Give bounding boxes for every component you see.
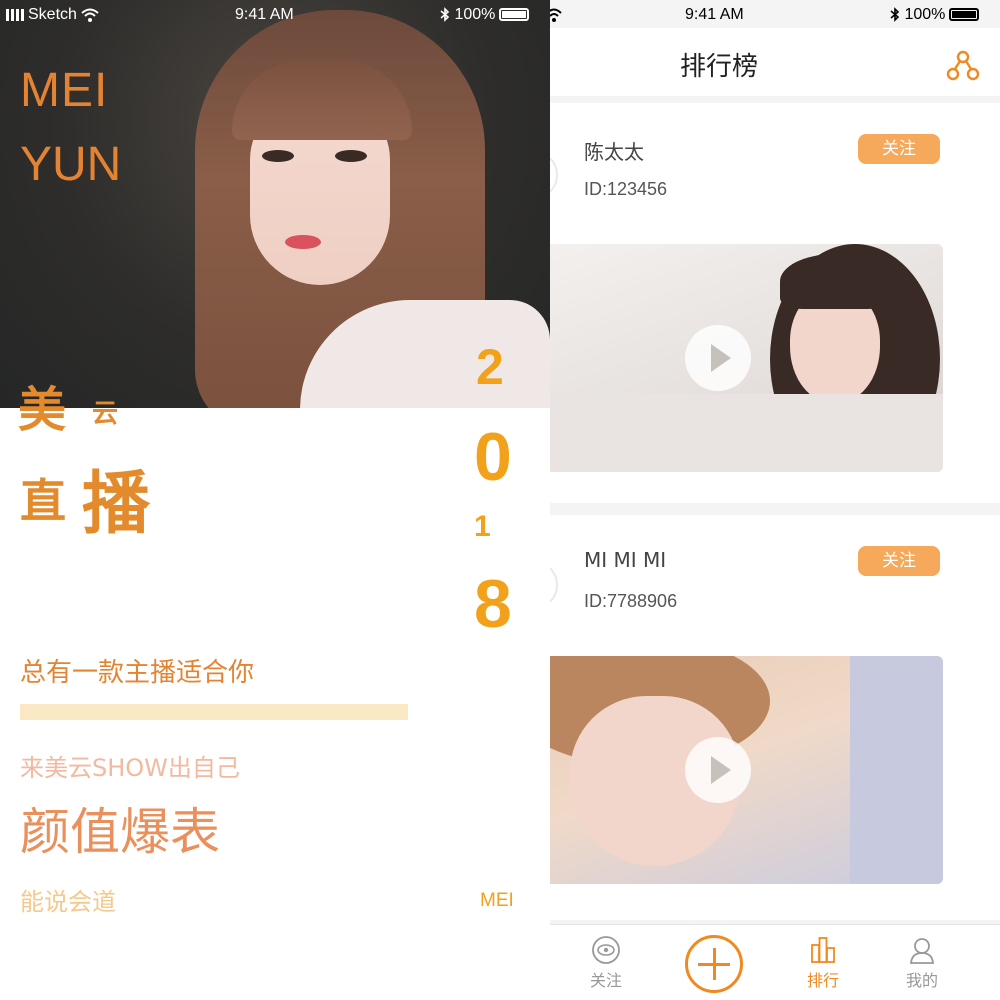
hero-eye-right <box>335 150 367 162</box>
anchor-name: 陈太太 <box>584 140 644 164</box>
thumbnail-shirt-shape <box>850 656 943 884</box>
play-icon[interactable] <box>685 737 751 803</box>
tab-profile[interactable]: 我的 <box>892 935 952 991</box>
thumbnail-bed-shape <box>550 394 943 472</box>
plus-icon[interactable] <box>685 935 743 993</box>
status-bar-time: 9:41 AM <box>235 6 294 23</box>
hero-lips <box>285 235 321 249</box>
corner-mark: MEI <box>480 890 514 911</box>
video-thumbnail[interactable] <box>550 656 943 884</box>
anchor-card[interactable]: MI MI MI ID:7788906 关注 <box>550 515 1000 920</box>
signal-icon <box>6 8 24 21</box>
battery-icon <box>949 8 980 22</box>
decorative-bar <box>20 704 408 720</box>
share-icon <box>946 50 980 81</box>
bluetooth-icon <box>890 6 904 23</box>
tab-ranking[interactable]: 排行 <box>793 935 853 991</box>
splash-screen: Sketch 9:41 AM 100% MEI YUN 美 云 直 播 2 0 … <box>0 0 550 1000</box>
battery-icon <box>499 8 530 22</box>
year-digit-0: 0 <box>474 419 512 495</box>
ranking-icon <box>811 937 835 963</box>
anchor-id: ID:7788906 <box>584 591 678 611</box>
hero-eye-left <box>262 150 294 162</box>
tagline: 总有一款主播适合你 <box>20 658 255 688</box>
status-bar-carrier: Sketch <box>6 6 100 26</box>
carrier-label: Sketch <box>28 6 77 23</box>
title-char-mei: 美 <box>18 382 67 438</box>
year-digit-2: 2 <box>476 339 504 395</box>
profile-icon <box>910 938 934 964</box>
video-thumbnail[interactable] <box>550 244 943 472</box>
tab-label: 关注 <box>589 971 622 990</box>
anchor-id: ID:123456 <box>584 179 668 199</box>
anchor-name: MI MI MI <box>584 548 667 572</box>
brand-line-2: YUN <box>20 138 122 191</box>
follow-button[interactable]: 关注 <box>858 546 940 576</box>
status-bar-time: 9:41 AM <box>685 6 744 23</box>
status-bar-battery: 100% <box>440 6 530 26</box>
eye-icon <box>592 936 620 964</box>
anchor-card[interactable]: 陈太太 ID:123456 关注 <box>550 103 1000 503</box>
avatar <box>550 565 558 605</box>
title-char-bo: 播 <box>82 465 151 544</box>
play-icon[interactable] <box>685 325 751 391</box>
thumbnail-bangs-shape <box>780 254 890 309</box>
battery-percent: 100% <box>904 6 946 23</box>
title-char-yun: 云 <box>92 399 119 429</box>
subtitle-2: 能说会道 <box>20 888 116 916</box>
hero-photo <box>0 0 550 408</box>
tab-label: 我的 <box>905 971 938 990</box>
ranking-screen: 9:41 AM 100% 排行榜 陈太太 ID:123456 关注 MI MI … <box>550 0 1000 1000</box>
status-bar-battery: 100% <box>890 6 980 26</box>
wifi-icon <box>81 6 100 23</box>
page-title: 排行榜 <box>679 52 758 82</box>
share-button[interactable] <box>946 48 980 82</box>
brand-line-1: MEI <box>20 64 109 117</box>
tab-label: 排行 <box>806 971 839 990</box>
tab-bar: 关注 排行 我的 <box>550 924 1000 1000</box>
title-char-zhi: 直 <box>20 474 66 528</box>
year-digit-1: 1 <box>474 510 491 543</box>
wifi-icon <box>550 6 562 26</box>
headline: 颜值爆表 <box>20 803 220 861</box>
battery-percent: 100% <box>454 6 496 23</box>
year-digit-8: 8 <box>474 566 512 642</box>
tab-follow[interactable]: 关注 <box>576 935 636 991</box>
bluetooth-icon <box>440 6 454 23</box>
navigation-bar: 排行榜 <box>550 28 1000 96</box>
avatar <box>550 155 558 195</box>
subtitle: 来美云SHOW出自己 <box>20 754 240 782</box>
follow-button[interactable]: 关注 <box>858 134 940 164</box>
